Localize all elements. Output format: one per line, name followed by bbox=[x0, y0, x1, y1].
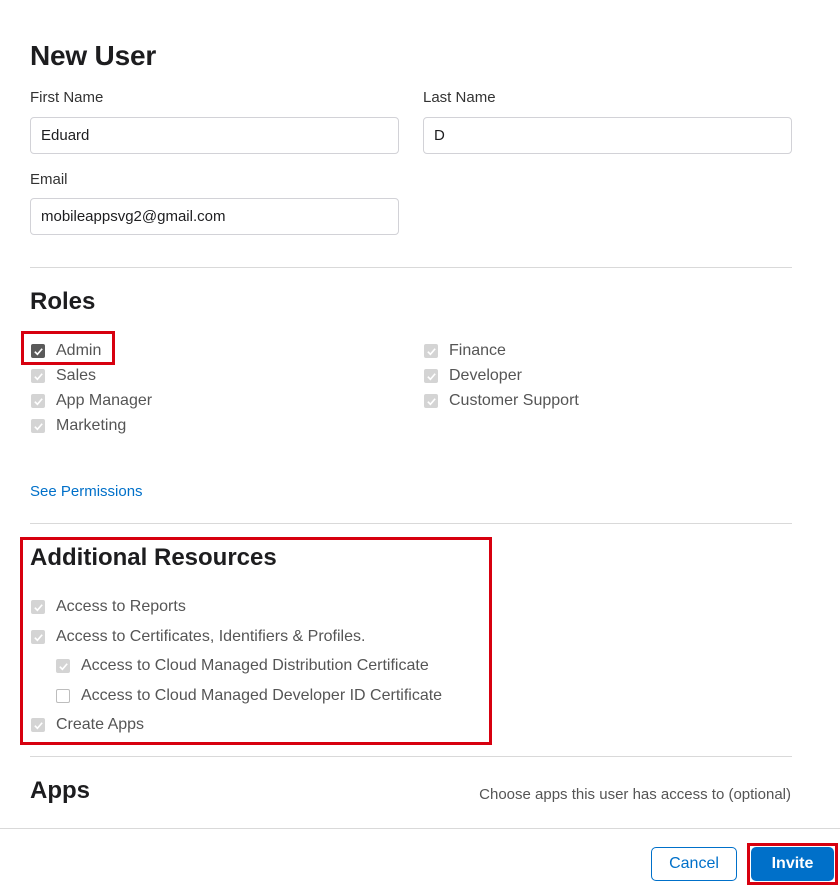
role-finance: Finance bbox=[424, 341, 506, 361]
checkbox-checked-icon bbox=[31, 369, 45, 383]
role-label: Sales bbox=[56, 367, 97, 384]
role-sales: Sales bbox=[31, 366, 96, 386]
checkbox-checked-icon bbox=[31, 394, 45, 408]
email-input[interactable] bbox=[30, 198, 399, 235]
last-name-input[interactable] bbox=[423, 117, 792, 154]
last-name-label: Last Name bbox=[423, 89, 496, 106]
invite-highlight-box bbox=[747, 843, 838, 885]
cancel-button[interactable]: Cancel bbox=[651, 847, 737, 881]
section-divider bbox=[30, 756, 792, 757]
role-label: App Manager bbox=[56, 392, 153, 409]
checkbox-checked-icon bbox=[424, 344, 438, 358]
checkbox-checked-icon bbox=[424, 369, 438, 383]
role-label: Customer Support bbox=[449, 392, 579, 409]
role-app-manager: App Manager bbox=[31, 391, 152, 411]
email-label: Email bbox=[30, 171, 68, 188]
role-label: Developer bbox=[449, 367, 522, 384]
apps-hint: Choose apps this user has access to (opt… bbox=[479, 786, 791, 803]
footer-divider bbox=[0, 828, 840, 829]
resources-highlight-box bbox=[20, 537, 492, 745]
first-name-label: First Name bbox=[30, 89, 104, 106]
section-divider bbox=[30, 523, 792, 524]
role-developer: Developer bbox=[424, 366, 522, 386]
roles-heading: Roles bbox=[30, 288, 96, 315]
first-name-input[interactable] bbox=[30, 117, 399, 154]
apps-heading: Apps bbox=[30, 777, 90, 804]
checkbox-checked-icon bbox=[31, 419, 45, 433]
page-title: New User bbox=[30, 40, 157, 71]
admin-highlight-box bbox=[21, 331, 115, 365]
role-customer-support: Customer Support bbox=[424, 391, 579, 411]
role-label: Marketing bbox=[56, 417, 127, 434]
checkbox-checked-icon bbox=[424, 394, 438, 408]
see-permissions-link[interactable]: See Permissions bbox=[30, 483, 143, 500]
role-marketing: Marketing bbox=[31, 416, 126, 436]
section-divider bbox=[30, 267, 792, 268]
role-label: Finance bbox=[449, 342, 506, 359]
